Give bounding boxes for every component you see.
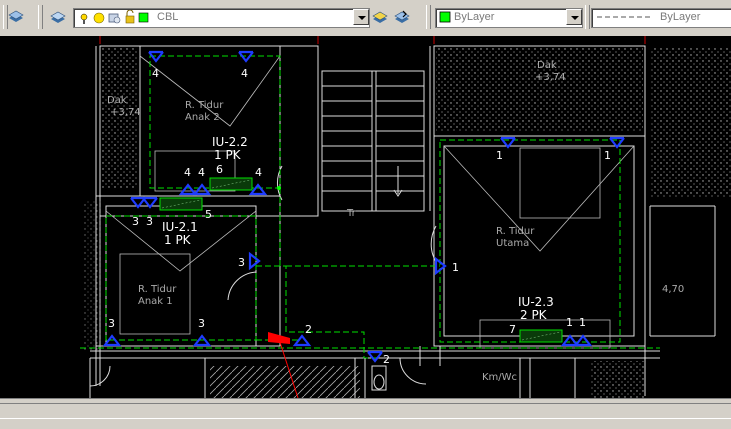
hatch-bottom xyxy=(210,366,360,398)
num-label: 3 xyxy=(132,215,139,228)
unit-capacity: 1 PK xyxy=(214,148,242,162)
num-label: 3 xyxy=(146,215,153,228)
unit-number: 6 xyxy=(216,163,223,176)
toolbar-grip[interactable] xyxy=(585,5,590,29)
dak-label: +3,74 xyxy=(110,107,141,118)
unit-capacity: 2 PK xyxy=(520,308,548,322)
staircase xyxy=(321,70,425,212)
num-label: 1 xyxy=(604,149,611,162)
dak-label: Dak xyxy=(537,60,557,71)
unit-name: IU-2.1 xyxy=(162,220,198,234)
num-label: 2 xyxy=(305,323,312,336)
make-object-layer-current-icon[interactable] xyxy=(372,9,388,25)
room-name: Utama xyxy=(496,238,529,249)
color-swatch-icon xyxy=(439,11,451,23)
grid-markers xyxy=(99,36,646,44)
leader-arrow xyxy=(268,332,290,344)
hatch-bottom-right xyxy=(590,361,645,398)
room-name: R. Tidur xyxy=(185,100,224,111)
num-label: 1 xyxy=(579,316,586,329)
num-label: 1 xyxy=(496,149,503,162)
num-label: 4 xyxy=(255,166,262,179)
status-bar xyxy=(0,398,731,429)
room-name: R. Tidur xyxy=(138,284,177,295)
dak-label: Dak xyxy=(107,95,127,106)
hatch-far-right xyxy=(650,48,731,198)
chevron-down-icon[interactable] xyxy=(353,9,369,25)
hatch-left-roof xyxy=(102,48,138,188)
num-label: 4 xyxy=(152,67,159,80)
layer-name: CBL xyxy=(157,11,179,23)
num-label: 4 xyxy=(184,166,191,179)
dak-label: +3,74 xyxy=(535,72,566,83)
unit-number: 7 xyxy=(509,323,516,336)
command-line-area[interactable] xyxy=(0,403,731,419)
ac-unit-iu-2-3 xyxy=(519,329,563,343)
num-label: 3 xyxy=(108,317,115,330)
layers-manager-icon[interactable] xyxy=(50,9,66,25)
linetype-dropdown[interactable]: ByLayer xyxy=(591,8,731,28)
dimension-label: 4,70 xyxy=(662,284,684,295)
room-name: Anak 1 xyxy=(138,296,173,307)
properties-toolbar: CBL ByLayer ByLayer xyxy=(0,0,731,37)
drawing-canvas[interactable]: 4 4 4 4 4 3 3 3 3 3 2 2 1 1 1 1 1 6 5 7 … xyxy=(0,36,731,398)
linetype-value: ByLayer xyxy=(660,11,701,23)
room-name: R. Tidur xyxy=(496,226,535,237)
linetype-preview-icon xyxy=(597,16,653,18)
num-label: 1 xyxy=(566,316,573,329)
room-name: Tr xyxy=(346,208,357,219)
num-label: 3 xyxy=(238,256,245,269)
ac-unit-iu-2-1 xyxy=(159,197,203,211)
layer-icon[interactable] xyxy=(8,9,24,25)
ac-unit-iu-2-2 xyxy=(209,177,253,191)
num-label: 3 xyxy=(198,317,205,330)
num-label: 4 xyxy=(198,166,205,179)
layer-previous-icon[interactable] xyxy=(394,9,410,25)
color-value: ByLayer xyxy=(454,11,495,23)
layer-dropdown[interactable]: CBL xyxy=(73,8,370,28)
hatch-left-wall xyxy=(84,201,102,351)
room-name: Km/Wc xyxy=(482,372,517,383)
toolbar-grip[interactable] xyxy=(38,5,43,29)
unit-name: IU-2.2 xyxy=(212,135,248,149)
chevron-down-icon[interactable] xyxy=(566,9,582,25)
unit-name: IU-2.3 xyxy=(518,295,554,309)
num-label: 2 xyxy=(383,353,390,366)
color-dropdown[interactable]: ByLayer xyxy=(435,8,583,28)
num-label: 4 xyxy=(241,67,248,80)
unit-capacity: 1 PK xyxy=(164,233,192,247)
room-name: Anak 2 xyxy=(185,112,220,123)
unit-number: 5 xyxy=(205,208,212,221)
num-label: 1 xyxy=(452,261,459,274)
layer-state-icons xyxy=(80,10,149,24)
floor-plan: 4 4 4 4 4 3 3 3 3 3 2 2 1 1 1 1 1 6 5 7 … xyxy=(80,36,731,398)
toolbar-grip[interactable] xyxy=(426,5,431,29)
